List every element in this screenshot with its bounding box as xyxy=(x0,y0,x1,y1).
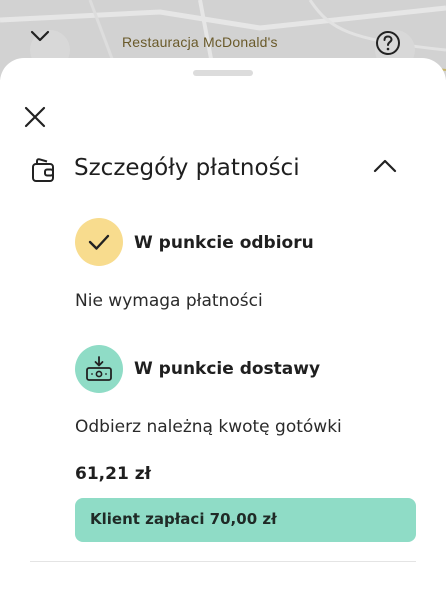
dropoff-title: W punkcie dostawy xyxy=(134,359,321,379)
chevron-down-icon xyxy=(30,30,50,42)
client-payment-badge: Klient zapłaci 70,00 zł xyxy=(75,498,416,542)
wallet-icon xyxy=(32,158,54,182)
divider xyxy=(30,561,416,562)
amount-due: 61,21 zł xyxy=(75,464,151,484)
close-button[interactable] xyxy=(22,104,48,130)
section-title: Szczegóły płatności xyxy=(74,155,300,181)
pickup-status-badge xyxy=(75,218,123,266)
help-circle-icon xyxy=(376,31,400,55)
pickup-title: W punkcie odbioru xyxy=(134,233,314,253)
checkmark-icon xyxy=(88,234,110,250)
payment-section-header[interactable]: Szczegóły płatności xyxy=(0,150,446,190)
dropoff-status-badge xyxy=(75,345,123,393)
payment-details-sheet: Szczegóły płatności W punkcie odbioru Ni… xyxy=(0,58,446,598)
dropoff-description: Odbierz należną kwotę gotówki xyxy=(75,417,342,437)
pickup-description: Nie wymaga płatności xyxy=(75,291,263,311)
map-place-label: Restauracja McDonald's xyxy=(122,34,278,50)
sheet-grabber[interactable] xyxy=(193,70,253,76)
close-icon xyxy=(24,106,46,128)
client-payment-text: Klient zapłaci 70,00 zł xyxy=(90,510,277,528)
cash-download-icon xyxy=(86,356,112,381)
chevron-up-icon[interactable] xyxy=(372,158,398,174)
